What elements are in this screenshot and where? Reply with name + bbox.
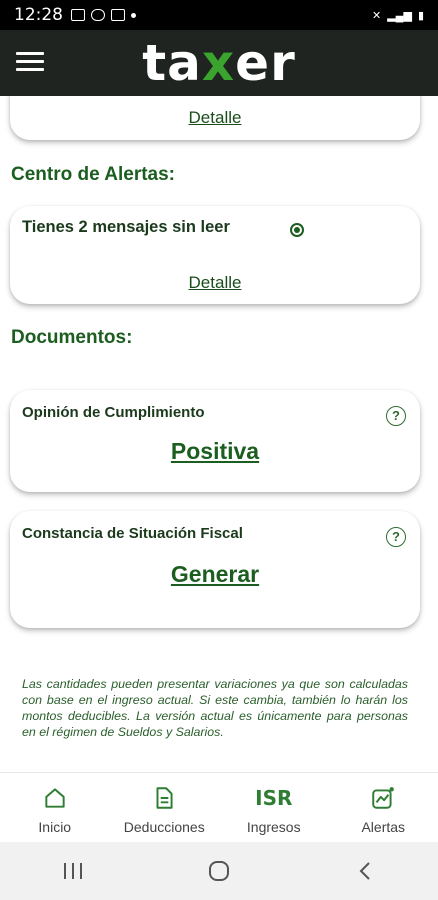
gallery-icon bbox=[71, 9, 85, 21]
mail-icon bbox=[111, 9, 125, 21]
compliance-opinion-title: Opinión de Cumplimiento bbox=[22, 404, 205, 421]
home-circle-icon bbox=[209, 861, 229, 881]
nav-alertas[interactable]: Alertas bbox=[329, 773, 438, 842]
alerts-detail-link[interactable]: Detalle bbox=[10, 273, 420, 293]
system-navigation-bar bbox=[0, 842, 438, 900]
tax-status-title: Constancia de Situación Fiscal bbox=[22, 525, 243, 542]
tax-status-card: Constancia de Situación Fiscal ? Generar bbox=[10, 511, 420, 628]
bottom-navigation: Inicio Deducciones ISR Ingresos Alertas bbox=[0, 772, 438, 842]
home-button[interactable] bbox=[199, 856, 239, 886]
mute-icon: ✕ bbox=[372, 9, 382, 22]
generate-tax-status-link[interactable]: Generar bbox=[10, 561, 420, 588]
unread-indicator-icon bbox=[290, 223, 304, 237]
compliance-opinion-value[interactable]: Positiva bbox=[10, 438, 420, 465]
status-bar: 12:28 ✕ ▂▄▆ ▮ bbox=[0, 0, 438, 30]
summary-card: Detalle bbox=[10, 96, 420, 140]
nav-deducciones[interactable]: Deducciones bbox=[110, 773, 220, 842]
help-icon[interactable]: ? bbox=[386, 406, 406, 426]
app-header: taxer bbox=[0, 30, 438, 96]
notification-icons bbox=[71, 9, 136, 21]
document-icon bbox=[156, 787, 173, 809]
nav-alertas-label: Alertas bbox=[361, 819, 406, 835]
isr-icon: ISR bbox=[255, 786, 293, 810]
main-content[interactable]: Detalle Centro de Alertas: Tienes 2 mens… bbox=[0, 96, 438, 772]
nav-ingresos[interactable]: ISR Ingresos bbox=[219, 773, 329, 842]
documents-section-title: Documentos: bbox=[11, 327, 133, 348]
cloud-icon bbox=[91, 9, 105, 21]
unread-messages-text: Tienes 2 mensajes sin leer bbox=[22, 218, 230, 236]
nav-ingresos-label: Ingresos bbox=[246, 819, 301, 835]
more-notifications-icon bbox=[131, 12, 136, 18]
recent-apps-button[interactable] bbox=[53, 856, 93, 886]
back-chevron-icon bbox=[359, 862, 370, 880]
disclaimer-text: Las cantidades pueden presentar variacio… bbox=[22, 677, 408, 739]
back-button[interactable] bbox=[345, 856, 385, 886]
battery-icon: ▮ bbox=[417, 9, 424, 22]
taxer-logo: taxer bbox=[142, 34, 296, 92]
nav-inicio-label: Inicio bbox=[38, 819, 72, 835]
alerts-section-title: Centro de Alertas: bbox=[11, 164, 175, 185]
summary-detail-link[interactable]: Detalle bbox=[10, 108, 420, 128]
home-icon bbox=[45, 788, 65, 808]
system-status-icons: ✕ ▂▄▆ ▮ bbox=[372, 9, 424, 22]
alerts-card: Tienes 2 mensajes sin leer Detalle bbox=[10, 206, 420, 304]
chart-alert-icon bbox=[372, 787, 395, 809]
status-time: 12:28 bbox=[14, 5, 63, 25]
signal-icon: ▂▄▆ bbox=[387, 9, 412, 22]
recent-apps-icon bbox=[64, 863, 82, 879]
nav-deducciones-label: Deducciones bbox=[123, 819, 205, 835]
nav-inicio[interactable]: Inicio bbox=[0, 773, 110, 842]
compliance-opinion-card: Opinión de Cumplimiento ? Positiva bbox=[10, 390, 420, 492]
help-icon[interactable]: ? bbox=[386, 527, 406, 547]
